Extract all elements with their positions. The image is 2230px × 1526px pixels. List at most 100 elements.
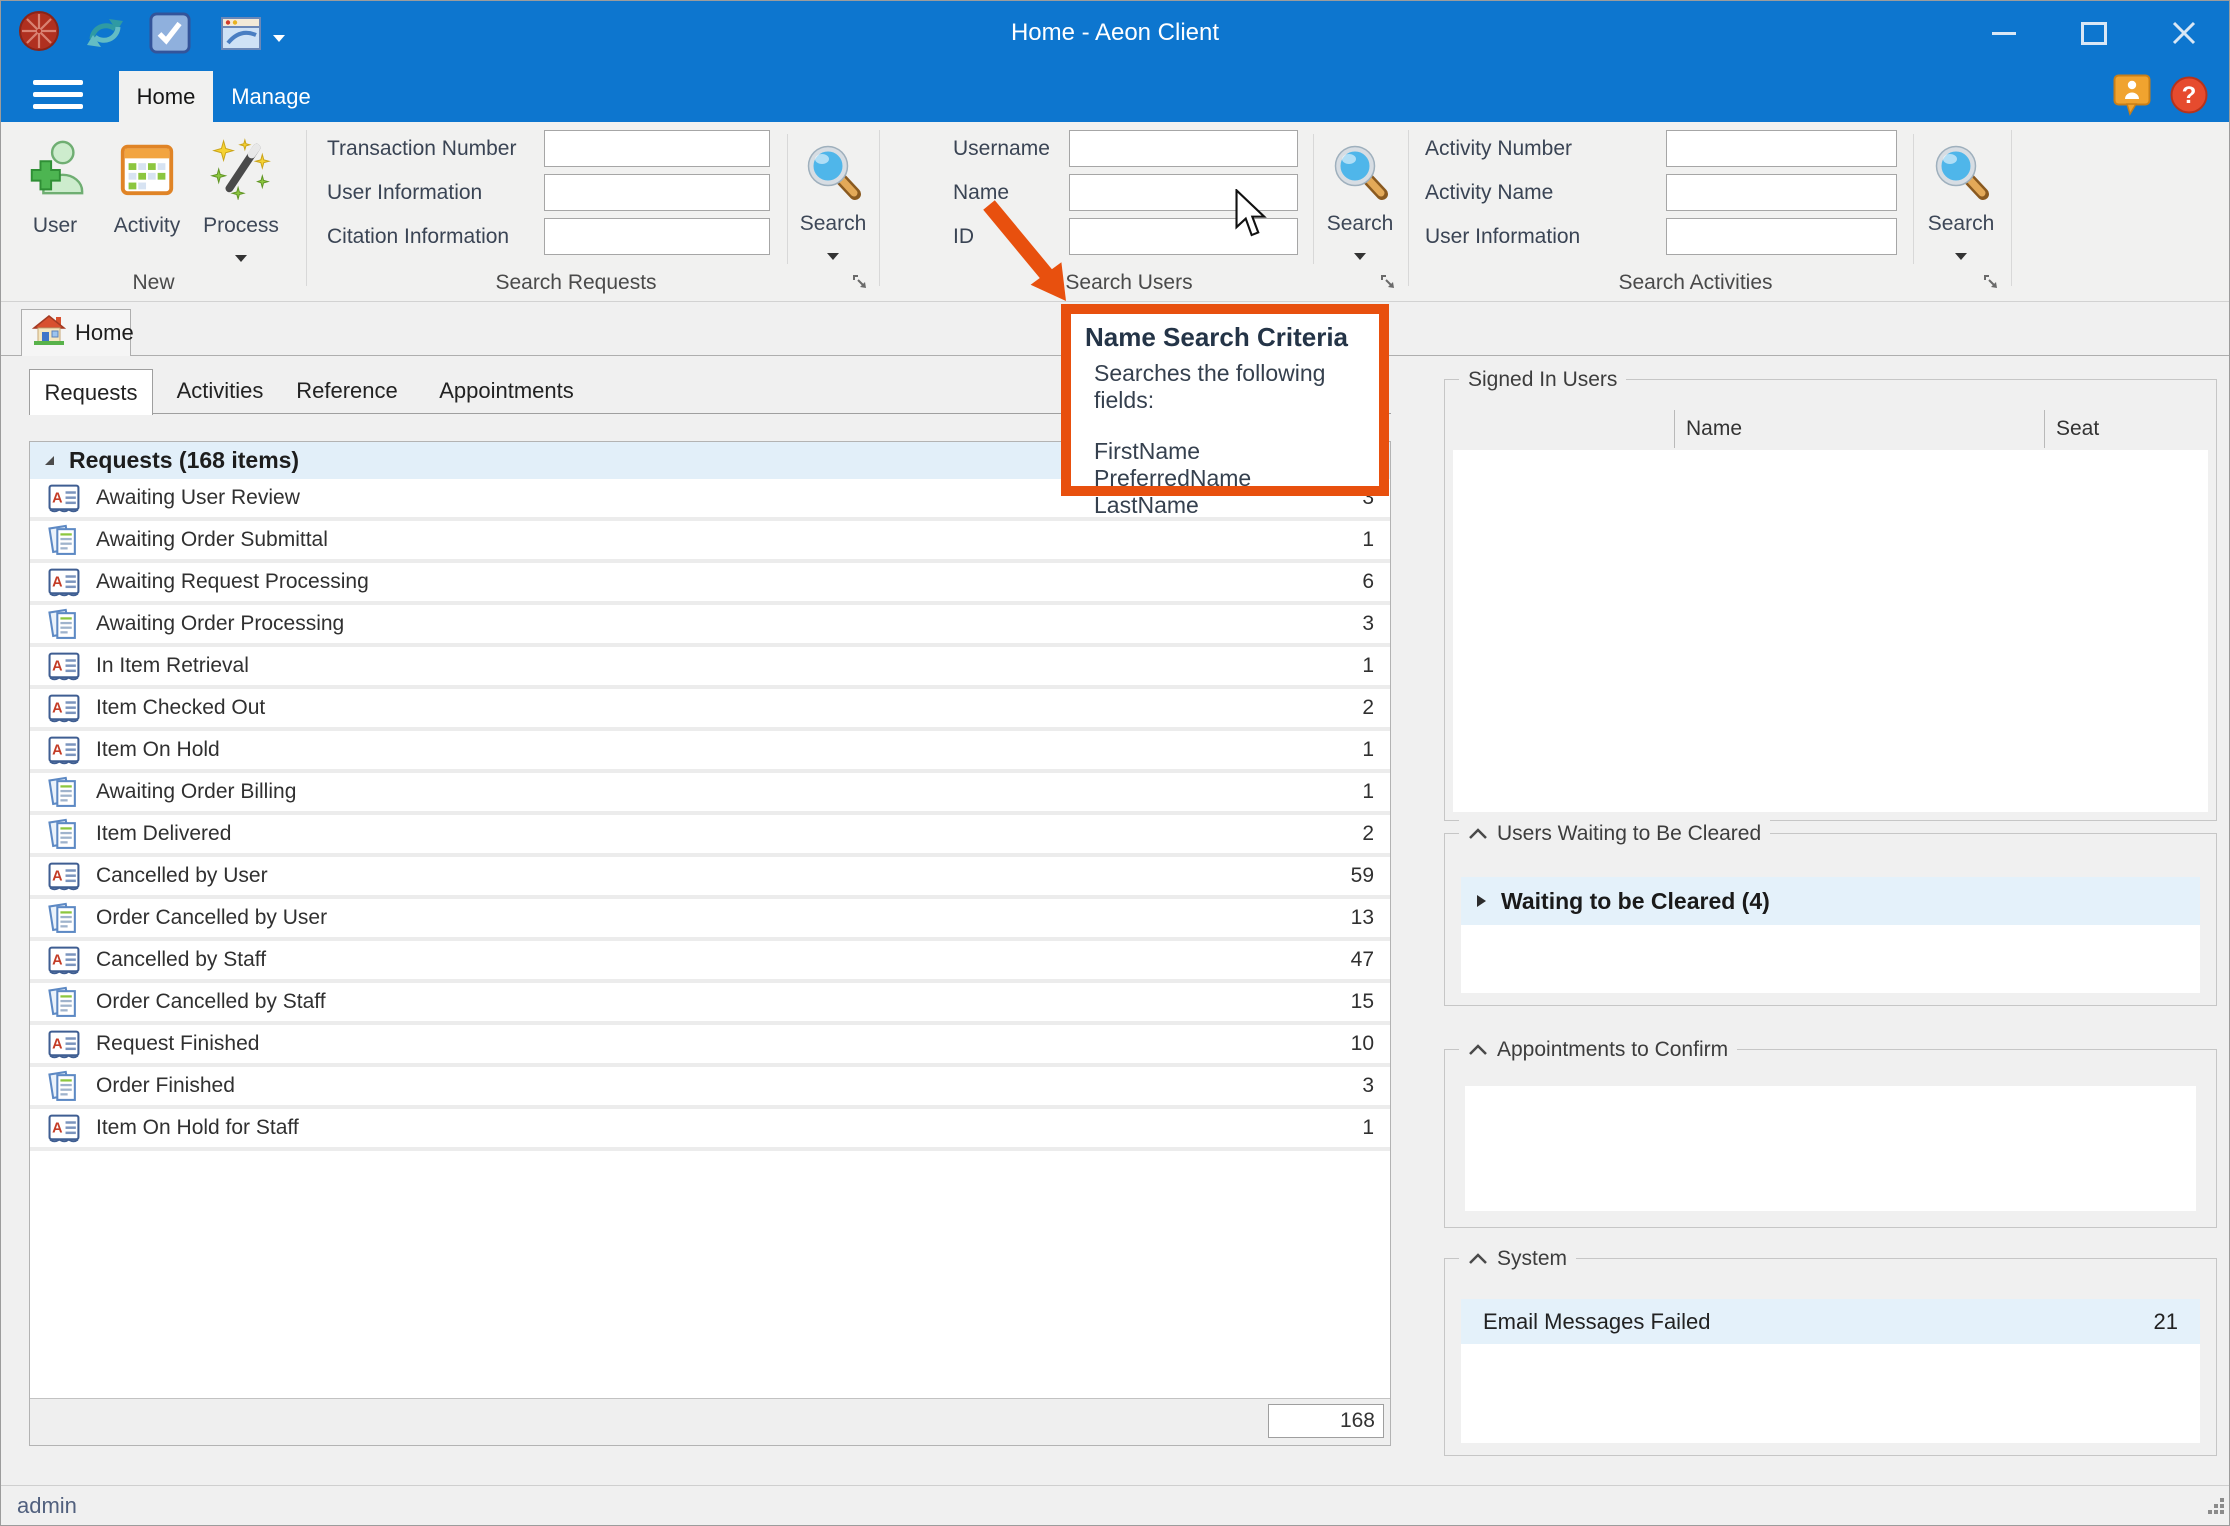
group-expanded-icon[interactable] bbox=[42, 447, 57, 474]
signed-in-users-table-body[interactable] bbox=[1453, 450, 2208, 812]
activity-name-input[interactable] bbox=[1666, 174, 1897, 211]
maximize-button[interactable] bbox=[2049, 1, 2139, 65]
search-users-caret-icon[interactable] bbox=[1354, 253, 1366, 260]
request-queue-row[interactable]: Item Delivered 2 bbox=[30, 815, 1390, 857]
user-information-input[interactable] bbox=[544, 174, 770, 211]
callout-title: Name Search Criteria bbox=[1085, 322, 1379, 353]
activity-number-input[interactable] bbox=[1666, 130, 1897, 167]
request-queue-row[interactable]: A In Item Retrieval 1 bbox=[30, 647, 1390, 689]
svg-text:A: A bbox=[52, 574, 63, 590]
request-queue-row[interactable]: A Item On Hold 1 bbox=[30, 731, 1390, 773]
signed-in-users-header: Name Seat bbox=[1453, 408, 2208, 451]
request-queue-row[interactable]: A Cancelled by Staff 47 bbox=[30, 941, 1390, 983]
search-requests-caret-icon[interactable] bbox=[827, 253, 839, 260]
queue-count: 2 bbox=[1362, 696, 1380, 720]
request-queue-row[interactable]: A Item Checked Out 2 bbox=[30, 689, 1390, 731]
requests-footer: 168 bbox=[30, 1398, 1390, 1445]
group-label-search-users: Search Users bbox=[879, 269, 1379, 297]
search-requests-launcher-icon[interactable] bbox=[851, 273, 871, 293]
new-process-button[interactable]: Process bbox=[197, 128, 285, 278]
queue-name: Item On Hold bbox=[96, 738, 220, 762]
transaction-number-input[interactable] bbox=[544, 130, 770, 167]
ribbon-tab-home[interactable]: Home bbox=[119, 71, 213, 122]
activity-user-information-label: User Information bbox=[1425, 217, 1580, 256]
annotation-callout: Name Search Criteria Searches the follow… bbox=[1061, 304, 1389, 496]
activity-user-information-input[interactable] bbox=[1666, 218, 1897, 255]
request-icon: A bbox=[48, 483, 84, 514]
request-queue-row[interactable]: A Awaiting Request Processing 6 bbox=[30, 563, 1390, 605]
request-queue-row[interactable]: Awaiting Order Processing 3 bbox=[30, 605, 1390, 647]
search-activities-caret-icon[interactable] bbox=[1955, 253, 1967, 260]
tab-requests[interactable]: Requests bbox=[29, 369, 153, 415]
new-user-button[interactable]: User bbox=[11, 128, 99, 278]
window-controls bbox=[1959, 1, 2229, 65]
username-input[interactable] bbox=[1069, 130, 1298, 167]
expand-arrow-icon[interactable] bbox=[1475, 888, 1487, 915]
request-queue-row[interactable]: Order Cancelled by Staff 15 bbox=[30, 983, 1390, 1025]
column-header-seat[interactable]: Seat bbox=[2056, 408, 2099, 450]
citation-information-input[interactable] bbox=[544, 218, 770, 255]
callout-field-preferredname: PreferredName bbox=[1094, 465, 1379, 492]
search-users-launcher-icon[interactable] bbox=[1379, 273, 1399, 293]
system-title: System bbox=[1459, 1245, 1576, 1273]
waiting-to-be-cleared-group[interactable]: Waiting to be Cleared (4) bbox=[1461, 877, 2200, 925]
request-queue-row[interactable]: Awaiting Order Submittal 1 bbox=[30, 521, 1390, 563]
name-input[interactable] bbox=[1069, 174, 1298, 211]
ribbon-tab-manage[interactable]: Manage bbox=[213, 71, 329, 122]
search-users-button[interactable]: Search bbox=[1317, 130, 1403, 278]
search-requests-magnifier-icon bbox=[791, 130, 875, 200]
request-queue-row[interactable]: A Cancelled by User 59 bbox=[30, 857, 1390, 899]
process-dropdown-caret-icon[interactable] bbox=[235, 255, 247, 262]
request-queue-row[interactable]: Awaiting Order Billing 1 bbox=[30, 773, 1390, 815]
queue-name: Awaiting Order Billing bbox=[96, 780, 296, 804]
queue-count: 1 bbox=[1362, 780, 1380, 804]
queue-name: Cancelled by User bbox=[96, 864, 268, 888]
queue-count: 59 bbox=[1351, 864, 1380, 888]
collapse-chevron-icon[interactable] bbox=[1468, 822, 1488, 846]
hamburger-menu-button[interactable] bbox=[33, 80, 83, 116]
tab-requests-label: Requests bbox=[45, 380, 138, 406]
minimize-button[interactable] bbox=[1959, 1, 2049, 65]
search-requests-button[interactable]: Search bbox=[791, 130, 875, 278]
signed-in-users-box: Signed In Users Name Seat bbox=[1444, 379, 2217, 821]
order-icon bbox=[48, 818, 84, 851]
collapse-chevron-icon[interactable] bbox=[1468, 1038, 1488, 1062]
tab-appointments[interactable]: Appointments bbox=[429, 369, 584, 413]
tab-activities[interactable]: Activities bbox=[165, 369, 275, 413]
appointments-list-area[interactable] bbox=[1465, 1086, 2196, 1211]
order-icon bbox=[48, 608, 84, 641]
window-title: Home - Aeon Client bbox=[1, 1, 2229, 65]
svg-text:A: A bbox=[52, 868, 63, 884]
help-icon[interactable]: ? bbox=[2169, 75, 2209, 120]
email-messages-failed-row[interactable]: Email Messages Failed 21 bbox=[1461, 1299, 2200, 1344]
request-queue-row[interactable]: Order Finished 3 bbox=[30, 1067, 1390, 1109]
transaction-number-label: Transaction Number bbox=[327, 129, 516, 168]
user-information-label: User Information bbox=[327, 173, 482, 212]
search-activities-button[interactable]: Search bbox=[1917, 130, 2005, 278]
request-queue-row[interactable]: Order Cancelled by User 13 bbox=[30, 899, 1390, 941]
document-tab-home[interactable]: Home bbox=[21, 309, 131, 356]
search-activities-launcher-icon[interactable] bbox=[1982, 273, 2002, 293]
activity-number-label: Activity Number bbox=[1425, 129, 1572, 168]
id-input[interactable] bbox=[1069, 218, 1298, 255]
column-header-name[interactable]: Name bbox=[1686, 408, 1742, 450]
svg-text:A: A bbox=[52, 700, 63, 716]
queue-name: Cancelled by Staff bbox=[96, 948, 266, 972]
system-list-area[interactable] bbox=[1461, 1344, 2200, 1443]
users-waiting-list-area[interactable] bbox=[1461, 925, 2200, 993]
new-activity-button[interactable]: Activity bbox=[103, 128, 191, 278]
request-queue-row[interactable]: A Item On Hold for Staff 1 bbox=[30, 1109, 1390, 1151]
callout-field-list: FirstName PreferredName LastName bbox=[1094, 438, 1379, 519]
queue-name: Order Cancelled by Staff bbox=[96, 990, 326, 1014]
about-badge-icon[interactable] bbox=[2113, 74, 2151, 121]
request-queue-row[interactable]: A Request Finished 10 bbox=[30, 1025, 1390, 1067]
tab-reference[interactable]: Reference bbox=[287, 369, 407, 413]
tab-reference-label: Reference bbox=[296, 378, 398, 404]
collapse-chevron-icon[interactable] bbox=[1468, 1247, 1488, 1271]
close-button[interactable] bbox=[2139, 1, 2229, 65]
queue-name: Order Finished bbox=[96, 1074, 235, 1098]
resize-grip[interactable] bbox=[2206, 1496, 2226, 1522]
queue-name: Awaiting Order Submittal bbox=[96, 528, 328, 552]
email-messages-failed-label: Email Messages Failed bbox=[1483, 1309, 1710, 1335]
queue-count: 3 bbox=[1362, 612, 1380, 636]
